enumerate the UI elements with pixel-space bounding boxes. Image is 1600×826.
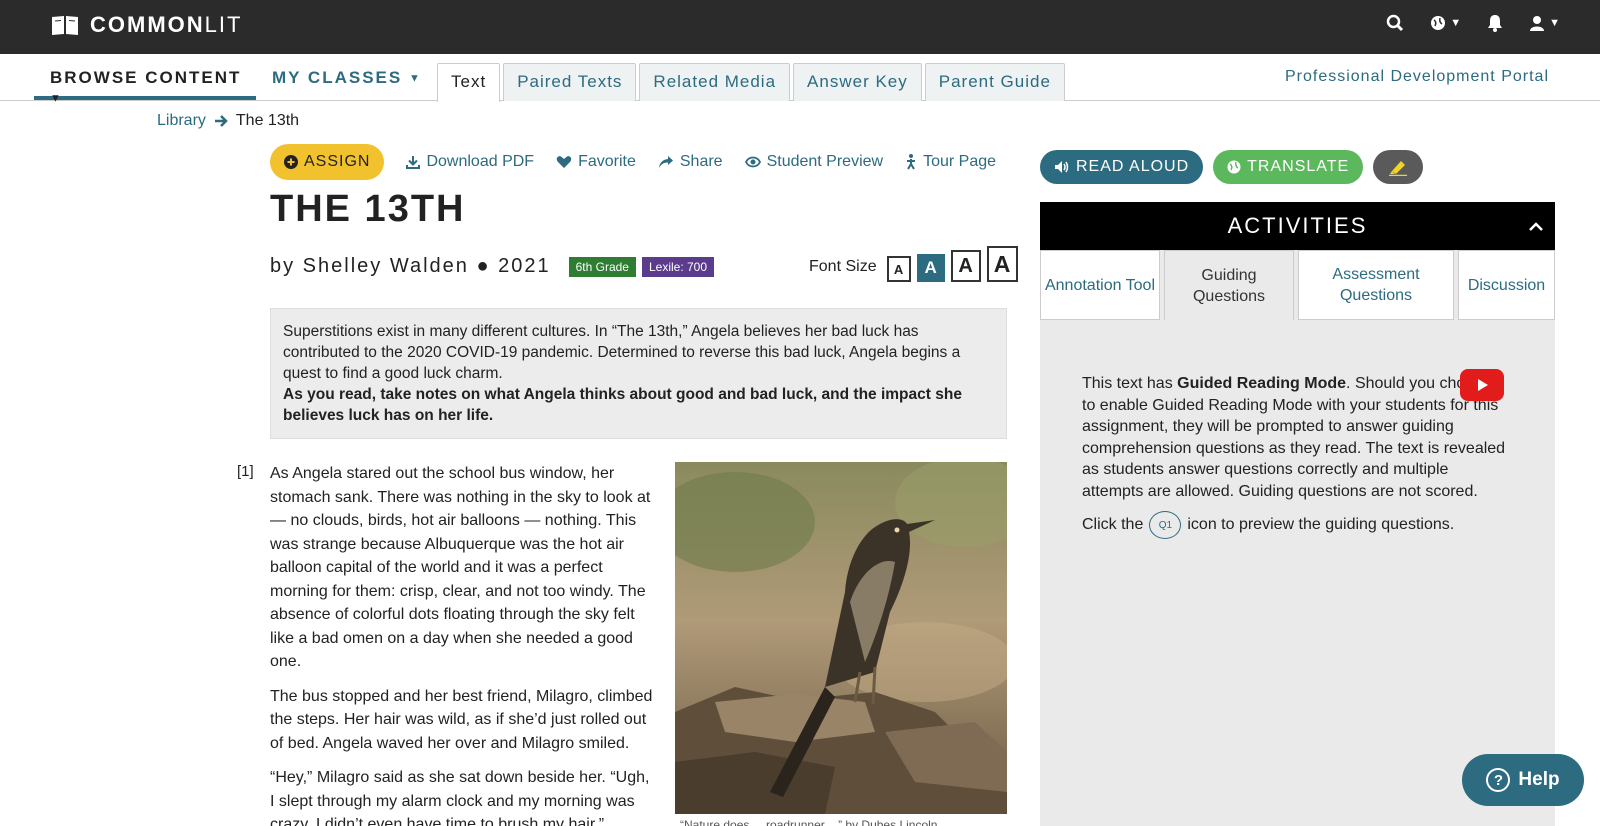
- guided-reading-description: This text has Guided Reading Mode. Shoul…: [1082, 375, 1506, 500]
- download-icon: [406, 156, 421, 169]
- bell-icon[interactable]: [1487, 14, 1503, 32]
- font-size-medium-button[interactable]: A: [916, 254, 945, 282]
- action-bar: ASSIGN Download PDF Favorite Share Stude…: [270, 144, 996, 180]
- grade-badge: 6th Grade: [568, 256, 636, 277]
- youtube-video-icon[interactable]: [1460, 369, 1504, 401]
- tab-discussion[interactable]: Discussion: [1458, 250, 1555, 320]
- activities-header[interactable]: ACTIVITIES: [1040, 202, 1555, 250]
- reading-tools: READ ALOUD TRANSLATE: [1040, 150, 1424, 184]
- tab-annotation-tool[interactable]: Annotation Tool: [1040, 250, 1160, 320]
- student-preview-link[interactable]: Student Preview: [744, 153, 883, 171]
- browse-content-menu[interactable]: BROWSE CONTENT ▼: [34, 54, 256, 105]
- tab-guiding-questions[interactable]: Guiding Questions: [1164, 250, 1294, 320]
- activities-tabs: Annotation Tool Guiding Questions Assess…: [1040, 250, 1555, 320]
- text-title: THE 13TH: [270, 188, 466, 230]
- font-size-large-button[interactable]: A: [950, 250, 981, 282]
- paragraph: “Hey,” Milagro said as she sat down besi…: [270, 769, 650, 826]
- read-aloud-button[interactable]: READ ALOUD: [1040, 150, 1204, 184]
- roadrunner-photo: [675, 462, 1007, 814]
- author-year: by Shelley Walden ● 2021: [270, 255, 551, 277]
- arrow-right-icon: [214, 115, 228, 127]
- paragraph: As Angela stared out the school bus wind…: [270, 465, 651, 670]
- image-caption: “Nature does ... roadrunner ...” by Dube…: [680, 818, 938, 826]
- breadcrumb-current: The 13th: [235, 112, 300, 129]
- font-size-control: Font Size A A A A: [809, 246, 1018, 282]
- share-link[interactable]: Share: [658, 153, 723, 171]
- tour-page-link[interactable]: Tour Page: [905, 153, 996, 171]
- breadcrumb: Library The 13th: [157, 112, 299, 130]
- eye-icon: [744, 156, 761, 168]
- paragraph: The bus stopped and her best friend, Mil…: [270, 687, 653, 752]
- plus-circle-icon: [284, 155, 298, 169]
- text-introduction: Superstitions exist in many different cu…: [270, 308, 1007, 439]
- tab-text[interactable]: Text: [437, 63, 501, 102]
- breadcrumb-library-link[interactable]: Library: [157, 112, 206, 130]
- passage-text: As Angela stared out the school bus wind…: [270, 462, 656, 826]
- chevron-up-icon[interactable]: [1529, 216, 1543, 237]
- font-size-small-button[interactable]: A: [886, 256, 911, 282]
- globe-icon: [1227, 160, 1241, 174]
- font-size-label: Font Size: [809, 258, 877, 275]
- highlighter-icon: [1389, 161, 1408, 176]
- question-circle-icon: ?: [1486, 768, 1511, 792]
- nav-bar: BROWSE CONTENT ▼ MY CLASSES ▼ Text Paire…: [0, 54, 1600, 105]
- tab-parent-guide[interactable]: Parent Guide: [924, 63, 1065, 101]
- highlighter-button[interactable]: [1373, 150, 1424, 184]
- chevron-down-icon: ▼: [50, 92, 63, 105]
- tab-answer-key[interactable]: Answer Key: [793, 63, 922, 101]
- share-icon: [658, 156, 673, 168]
- download-pdf-link[interactable]: Download PDF: [406, 153, 534, 171]
- heart-icon: [556, 156, 572, 168]
- tab-paired-texts[interactable]: Paired Texts: [503, 63, 637, 101]
- chevron-down-icon: ▼: [1450, 17, 1462, 29]
- intro-summary: Superstitions exist in many different cu…: [283, 323, 961, 382]
- assign-button[interactable]: ASSIGN: [270, 144, 385, 180]
- translate-button[interactable]: TRANSLATE: [1213, 150, 1364, 184]
- my-classes-menu[interactable]: MY CLASSES ▼: [272, 68, 422, 88]
- favorite-link[interactable]: Favorite: [556, 153, 636, 171]
- font-size-xlarge-button[interactable]: A: [986, 246, 1018, 282]
- walking-icon: [907, 154, 916, 170]
- paragraph-number: [1]: [237, 463, 254, 480]
- tab-assessment-questions[interactable]: Assessment Questions: [1298, 250, 1454, 320]
- book-icon: [52, 16, 78, 35]
- user-icon[interactable]: ▼: [1529, 15, 1560, 31]
- search-icon[interactable]: [1386, 14, 1404, 32]
- top-bar: COMMONLIT ▼ ▼: [0, 0, 1600, 54]
- lexile-badge: Lexile: 700: [641, 256, 715, 277]
- guiding-questions-preview-hint: Click the Q1 icon to preview the guiding…: [1082, 511, 1454, 539]
- tab-related-media[interactable]: Related Media: [639, 63, 791, 101]
- question-marker-icon[interactable]: Q1: [1149, 511, 1182, 539]
- help-button[interactable]: ? Help: [1462, 754, 1584, 806]
- globe-icon[interactable]: ▼: [1430, 15, 1461, 31]
- text-tabs: Text Paired Texts Related Media Answer K…: [437, 63, 1065, 102]
- chevron-down-icon: ▼: [408, 72, 422, 85]
- commonlit-logo[interactable]: COMMONLIT: [50, 12, 242, 38]
- intro-reading-prompt: As you read, take notes on what Angela t…: [283, 386, 962, 424]
- speaker-icon: [1055, 161, 1069, 173]
- professional-development-link[interactable]: Professional Development Portal: [1285, 68, 1549, 86]
- brand-name: COMMONLIT: [90, 12, 243, 37]
- byline: by Shelley Walden ● 2021 6th Grade Lexil…: [270, 255, 715, 278]
- chevron-down-icon: ▼: [1549, 17, 1560, 29]
